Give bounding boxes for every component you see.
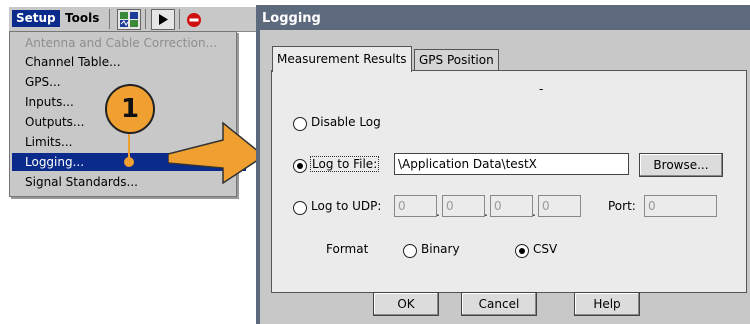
logging-dialog: Logging Measurement Results GPS Position…: [256, 5, 750, 324]
ok-button[interactable]: OK: [373, 292, 439, 316]
udp-octet-2-input[interactable]: 0: [442, 195, 485, 217]
disable-log-label: Disable Log: [311, 115, 381, 129]
csv-radio[interactable]: [515, 244, 529, 258]
callout-dot: [124, 157, 134, 167]
menu-setup[interactable]: Setup: [12, 10, 60, 27]
log-to-udp-radio[interactable]: [293, 201, 307, 215]
pointer-arrow-icon: [168, 121, 266, 185]
display-mode-icon[interactable]: [117, 9, 141, 30]
udp-octet-1-input[interactable]: 0: [394, 195, 437, 217]
step-callout: 1: [105, 84, 155, 134]
log-to-file-radio[interactable]: [293, 159, 307, 173]
disable-log-radio[interactable]: [293, 117, 307, 131]
log-to-file-label: Log to File:: [309, 156, 380, 172]
format-label: Format: [326, 242, 369, 256]
dialog-title: Logging: [262, 11, 321, 26]
binary-radio[interactable]: [403, 244, 417, 258]
port-input[interactable]: 0: [644, 195, 717, 217]
menu-item-antenna-cable-correction[interactable]: Antenna and Cable Correction...: [12, 34, 246, 52]
menu-item-channel-table[interactable]: Channel Table...: [12, 53, 246, 71]
tab-panel: - Disable Log Log to File: \Application …: [271, 70, 747, 293]
toolbar-divider: [145, 9, 146, 29]
log-to-udp-label: Log to UDP:: [311, 199, 382, 213]
port-label: Port:: [608, 199, 636, 213]
csv-label: CSV: [533, 242, 558, 256]
binary-label: Binary: [421, 242, 460, 256]
browse-button[interactable]: Browse...: [639, 153, 723, 177]
octet-dot: .: [532, 205, 536, 219]
menubar-divider: [109, 9, 110, 29]
udp-octet-3-input[interactable]: 0: [490, 195, 533, 217]
udp-octet-4-input[interactable]: 0: [538, 195, 581, 217]
play-icon[interactable]: [151, 9, 175, 30]
octet-dot: .: [436, 205, 440, 219]
menubar: Setup Tools: [9, 7, 257, 32]
file-path-input[interactable]: \Application Data\testX: [394, 153, 629, 175]
tab-measurement-results[interactable]: Measurement Results: [272, 46, 412, 72]
help-button[interactable]: Help: [574, 292, 640, 316]
tab-gps-position[interactable]: GPS Position: [414, 49, 499, 71]
separator-dash: -: [539, 82, 544, 96]
dialog-body: Measurement Results GPS Position - Disab…: [260, 30, 750, 324]
toolbar-divider: [179, 9, 180, 29]
callout-line: [128, 132, 130, 160]
cancel-button[interactable]: Cancel: [461, 292, 537, 316]
octet-dot: .: [484, 205, 488, 219]
stop-icon[interactable]: [186, 12, 202, 31]
menu-tools[interactable]: Tools: [61, 10, 103, 27]
